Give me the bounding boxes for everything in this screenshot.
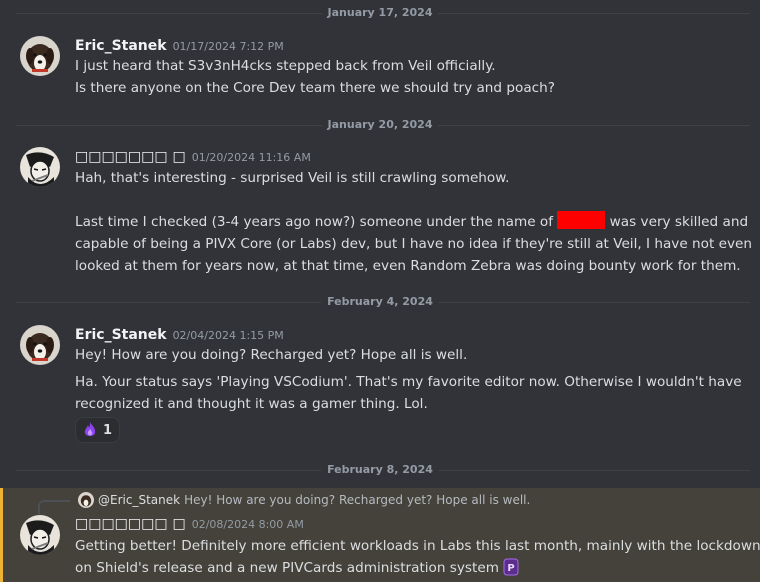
message-line: Is there anyone on the Core Dev team the… bbox=[75, 80, 555, 96]
message-line: capable of being a PIVX Core (or Labs) d… bbox=[75, 236, 752, 252]
message-timestamp: 02/04/2024 1:15 PM bbox=[172, 329, 284, 342]
purple-flame-emoji-icon bbox=[84, 422, 96, 436]
reply-author[interactable]: @Eric_Stanek bbox=[98, 493, 180, 507]
redaction-box bbox=[557, 211, 606, 229]
author-name[interactable]: □□□□□□□ □ bbox=[75, 516, 186, 532]
dog-avatar-icon bbox=[20, 325, 60, 365]
dog-avatar-icon bbox=[20, 36, 60, 76]
dog-avatar-icon bbox=[78, 492, 94, 508]
author-name[interactable]: □□□□□□□ □ bbox=[75, 149, 186, 165]
message-text: was very skilled and bbox=[605, 214, 749, 230]
author-name[interactable]: Eric_Stanek bbox=[75, 38, 167, 54]
message-header: Eric_Stanek 01/17/2024 7:12 PM bbox=[75, 36, 284, 56]
message-timestamp: 01/17/2024 7:12 PM bbox=[172, 40, 284, 53]
avatar[interactable] bbox=[20, 515, 60, 555]
reply-avatar bbox=[78, 492, 94, 508]
date-divider-label: January 20, 2024 bbox=[0, 118, 760, 131]
message-text: on Shield's release and a new PIVCards a… bbox=[75, 560, 499, 576]
date-divider-label: January 17, 2024 bbox=[0, 6, 760, 19]
message-line: Hey! How are you doing? Recharged yet? H… bbox=[75, 347, 468, 363]
message-line: looked at them for years now, at that ti… bbox=[75, 258, 741, 274]
svg-text:P: P bbox=[508, 563, 515, 574]
reaction-count: 1 bbox=[103, 422, 113, 438]
message-header: Eric_Stanek 02/04/2024 1:15 PM bbox=[75, 325, 284, 345]
message-header: □□□□□□□ □ 01/20/2024 11:16 AM bbox=[75, 147, 311, 167]
sketch-avatar-icon bbox=[20, 147, 60, 187]
message-timestamp: 01/20/2024 11:16 AM bbox=[191, 151, 311, 164]
author-name[interactable]: Eric_Stanek bbox=[75, 327, 167, 343]
message-line: Hah, that's interesting - surprised Veil… bbox=[75, 170, 510, 186]
avatar[interactable] bbox=[20, 147, 60, 187]
message-line: Last time I checked (3-4 years ago now?)… bbox=[75, 211, 750, 233]
reaction-button[interactable]: 1 bbox=[75, 417, 120, 443]
reply-text: Hey! How are you doing? Recharged yet? H… bbox=[184, 493, 531, 507]
message-header: □□□□□□□ □ 02/08/2024 8:00 AM bbox=[75, 514, 304, 534]
date-divider-label: February 8, 2024 bbox=[0, 463, 760, 476]
sketch-avatar-icon bbox=[20, 515, 60, 555]
message-line: Getting better! Definitely more efficien… bbox=[75, 538, 760, 554]
reply-connector bbox=[38, 500, 70, 514]
pivcards-logo-icon: P bbox=[503, 558, 519, 576]
message-line: on Shield's release and a new PIVCards a… bbox=[75, 557, 750, 579]
message-text: Last time I checked (3-4 years ago now?)… bbox=[75, 214, 558, 230]
date-divider-label: February 4, 2024 bbox=[0, 295, 760, 308]
message-line: Ha. Your status says 'Playing VSCodium'.… bbox=[75, 374, 742, 390]
message-timestamp: 02/08/2024 8:00 AM bbox=[191, 518, 304, 531]
message-line: recognized it and thought it was a gamer… bbox=[75, 396, 428, 412]
avatar[interactable] bbox=[20, 36, 60, 76]
message-line: I just heard that S3v3nH4cks stepped bac… bbox=[75, 58, 496, 74]
reply-reference[interactable]: @Eric_Stanek Hey! How are you doing? Rec… bbox=[78, 492, 530, 508]
avatar[interactable] bbox=[20, 325, 60, 365]
